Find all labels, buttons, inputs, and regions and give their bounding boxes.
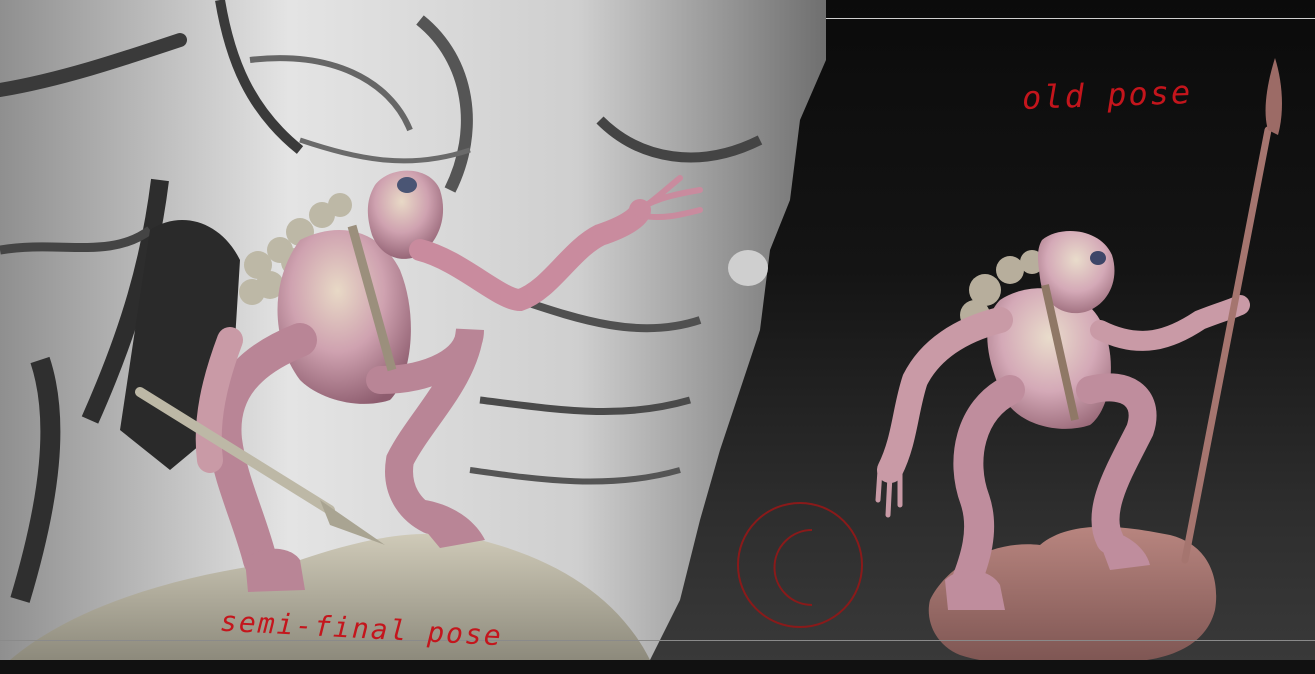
brush-cursor — [737, 502, 863, 628]
old-pose-creature — [875, 58, 1282, 610]
bottom-bar — [0, 660, 1315, 674]
zbrush-viewport[interactable]: old pose semi-final pose — [0, 0, 1315, 674]
viewport-top-edge — [826, 18, 1315, 19]
viewport-bottom-edge — [0, 640, 1315, 641]
old-pose-label: old pose — [1021, 73, 1193, 117]
